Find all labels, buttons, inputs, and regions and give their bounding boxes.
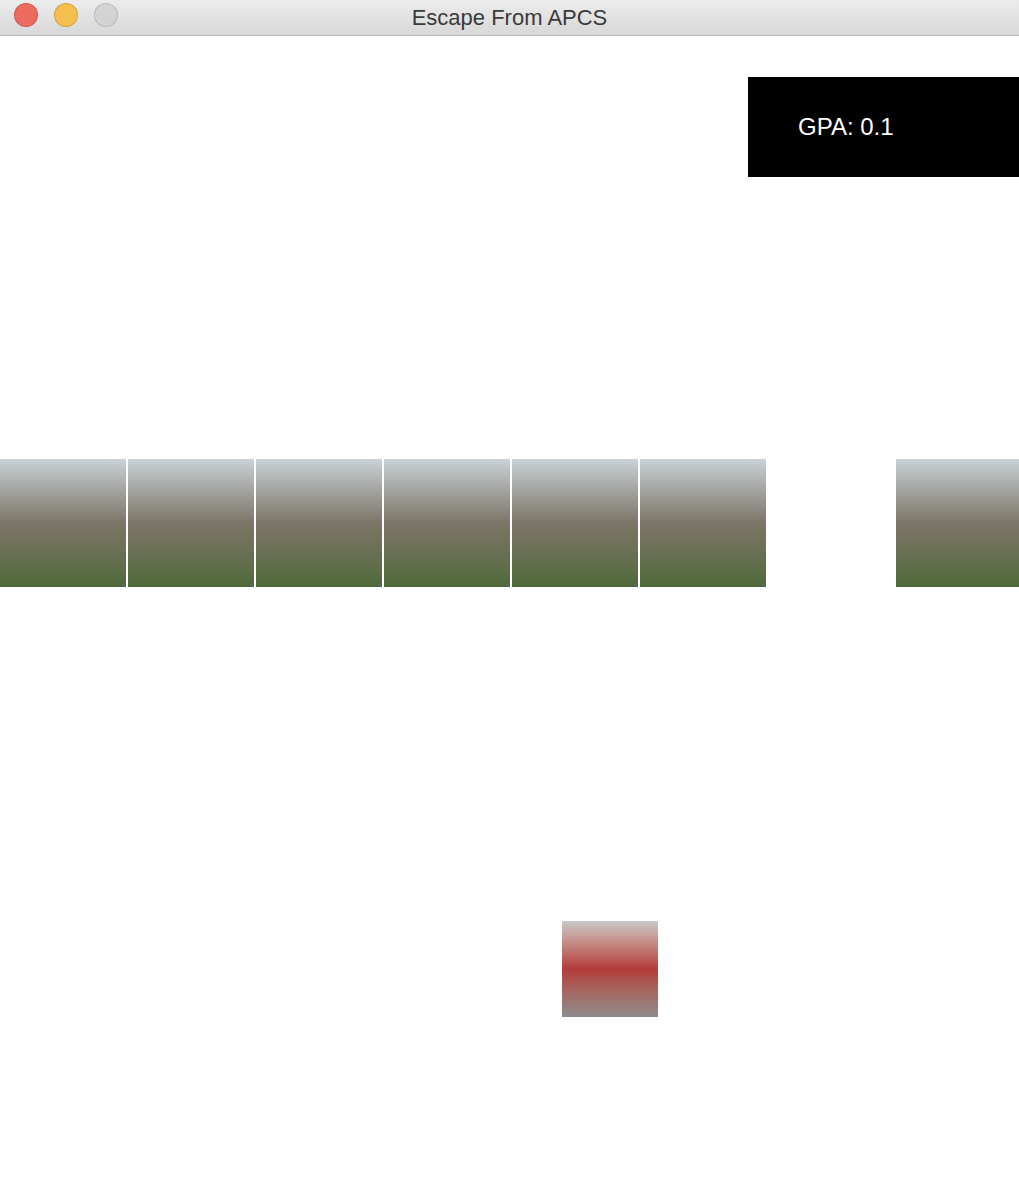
game-window: Escape From APCS GPA: 0.1: [0, 0, 1019, 1189]
minimize-button[interactable]: [54, 3, 78, 27]
window-title: Escape From APCS: [412, 1, 608, 34]
teacher-obstacle: [256, 459, 382, 587]
teacher-obstacle: [128, 459, 254, 587]
teacher-obstacle: [640, 459, 766, 587]
obstacle-row: [0, 459, 1019, 587]
teacher-obstacle: [896, 459, 1019, 587]
player[interactable]: [562, 921, 658, 1017]
close-button[interactable]: [14, 3, 38, 27]
teacher-obstacle: [512, 459, 638, 587]
teacher-obstacle: [0, 459, 126, 587]
teacher-obstacle: [384, 459, 510, 587]
gpa-display: GPA: 0.1: [748, 77, 1019, 177]
title-bar: Escape From APCS: [0, 0, 1019, 36]
zoom-button: [94, 3, 118, 27]
game-canvas: GPA: 0.1: [0, 36, 1019, 1189]
